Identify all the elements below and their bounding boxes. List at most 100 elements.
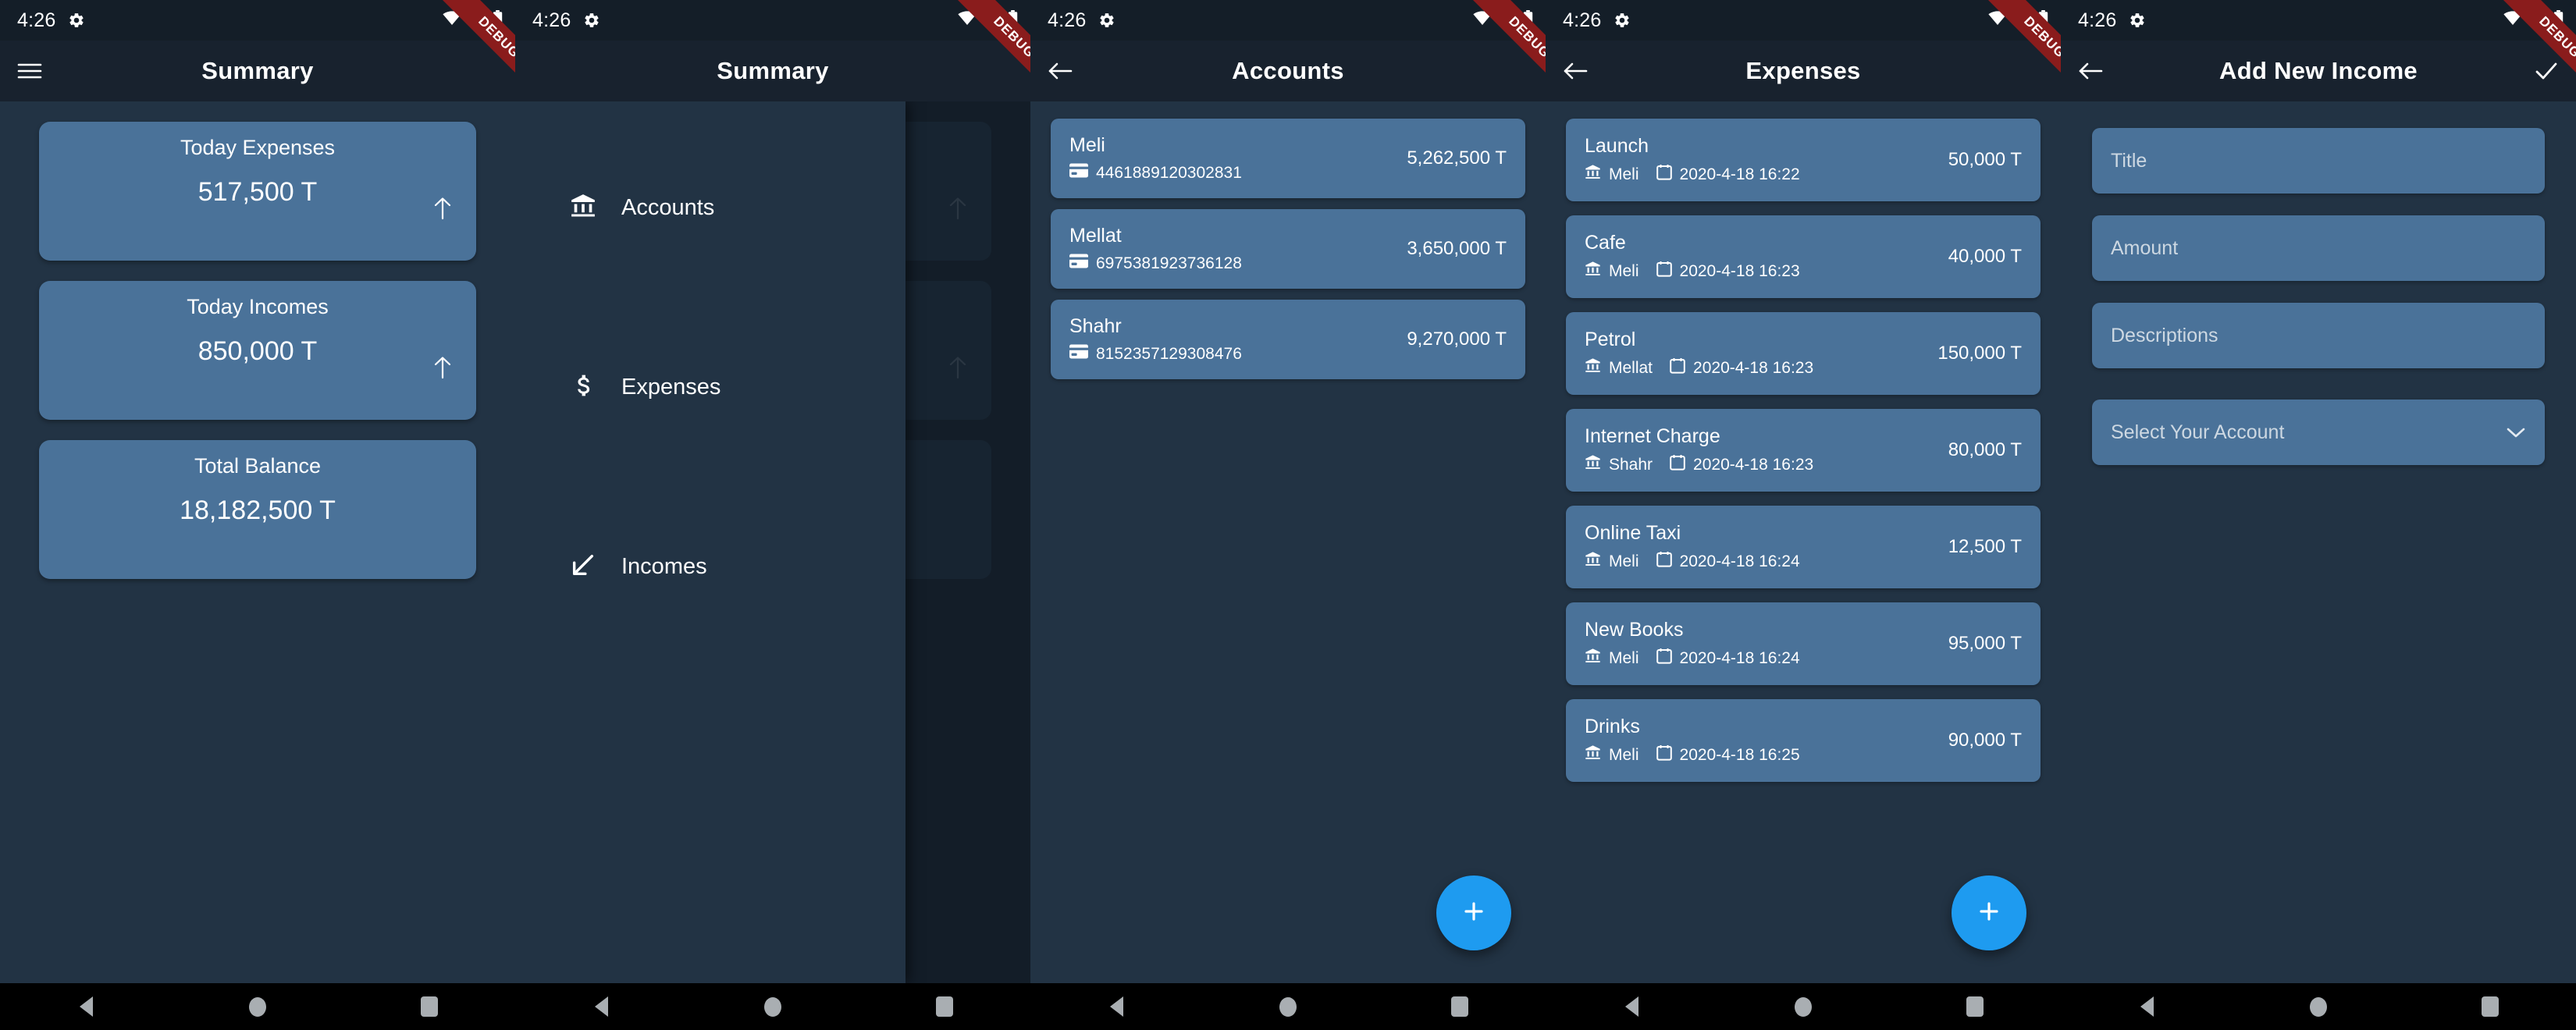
nav-recents-button[interactable]: [913, 996, 976, 1017]
drawer-item-expenses[interactable]: Expenses: [515, 356, 906, 418]
nav-back-button[interactable]: [2115, 996, 2178, 1017]
expense-amount: 40,000 T: [1948, 246, 2022, 267]
account-row[interactable]: Meli 4461889120302831 5,262,500 T: [1051, 119, 1525, 198]
nav-recents-button[interactable]: [398, 996, 461, 1017]
title-field[interactable]: Title: [2092, 128, 2545, 194]
expense-account: Meli: [1609, 261, 1639, 280]
signal-icon: [2529, 11, 2546, 30]
expense-date: 2020-4-18 16:23: [1693, 455, 1814, 474]
expense-row[interactable]: Launch Meli 2020-4-18 16:22 50,000 T: [1566, 119, 2041, 201]
calendar-icon: [1656, 744, 1672, 765]
arrow-down-left-icon: [570, 552, 596, 582]
card-title: Total Balance: [194, 454, 322, 478]
signal-icon: [468, 11, 486, 30]
add-income-body: Title Amount Descriptions Select Your Ac…: [2061, 101, 2576, 983]
circle-home-icon: [1795, 996, 1812, 1017]
wifi-icon: [443, 10, 461, 30]
expense-amount: 90,000 T: [1948, 730, 2022, 751]
check-icon[interactable]: [2534, 60, 2559, 82]
account-card-number: 8152357129308476: [1096, 344, 1242, 363]
expense-row[interactable]: Petrol Mellat 2020-4-18 16:23 150,000 T: [1566, 312, 2041, 395]
select-account-dropdown[interactable]: Select Your Account: [2092, 400, 2545, 465]
bank-icon: [1585, 551, 1601, 572]
bank-icon: [1585, 454, 1601, 475]
bank-icon: [1585, 164, 1601, 185]
battery-icon: [1008, 9, 1018, 31]
expense-row[interactable]: Cafe Meli 2020-4-18 16:23 40,000 T: [1566, 215, 2041, 298]
title-field-placeholder: Title: [2111, 149, 2147, 172]
nav-home-button[interactable]: [1257, 996, 1319, 1017]
triangle-back-icon: [594, 996, 608, 1017]
drawer-item-incomes[interactable]: Incomes: [515, 535, 906, 598]
nav-recents-button[interactable]: [1944, 996, 2006, 1017]
screen-expenses: 4:26 Expenses Launch Meli 2020-4-18 16:2…: [1546, 0, 2061, 1030]
android-nav-bar: [0, 983, 515, 1030]
nav-home-button[interactable]: [1772, 996, 1834, 1017]
status-bar: 4:26: [1030, 0, 1546, 41]
bank-icon: [570, 193, 596, 223]
drawer-item-label: Expenses: [621, 374, 721, 400]
nav-back-button[interactable]: [1085, 996, 1147, 1017]
battery-icon: [493, 9, 503, 31]
nav-back-button[interactable]: [570, 996, 632, 1017]
triangle-back-icon: [79, 996, 93, 1017]
app-bar-summary-dimmed: Summary: [515, 41, 1030, 101]
nav-recents-button[interactable]: [1429, 996, 1491, 1017]
gear-icon: [68, 12, 85, 29]
account-row[interactable]: Mellat 6975381923736128 3,650,000 T: [1051, 209, 1525, 289]
status-bar-icons: [443, 9, 503, 31]
wifi-icon: [1473, 10, 1492, 30]
expense-amount: 12,500 T: [1948, 536, 2022, 557]
arrow-back-icon[interactable]: [2078, 61, 2103, 81]
income-form: Title Amount Descriptions Select Your Ac…: [2061, 101, 2576, 465]
screen-drawer: 4:26 Summary Accounts Expenses Incomes D…: [515, 0, 1030, 1030]
calendar-icon: [1670, 357, 1685, 378]
summary-card-today-incomes[interactable]: Today Incomes 850,000 T: [39, 281, 476, 420]
square-recents-icon: [936, 996, 953, 1017]
signal-icon: [984, 11, 1001, 30]
amount-field[interactable]: Amount: [2092, 215, 2545, 281]
credit-card-icon: [1069, 254, 1088, 273]
nav-back-button[interactable]: [55, 996, 117, 1017]
nav-recents-button[interactable]: [2459, 996, 2521, 1017]
battery-icon: [1523, 9, 1533, 31]
expenses-list: Launch Meli 2020-4-18 16:22 50,000 T Caf…: [1546, 101, 2061, 796]
expense-account: Meli: [1609, 648, 1639, 667]
add-expense-fab[interactable]: [1952, 876, 2026, 950]
calendar-icon: [1656, 648, 1672, 669]
status-bar-time: 4:26: [2078, 9, 2117, 31]
wifi-icon: [958, 10, 977, 30]
drawer-body: Accounts Expenses Incomes: [515, 101, 1030, 983]
dollar-icon: [570, 372, 596, 403]
nav-back-button[interactable]: [1600, 996, 1663, 1017]
add-account-fab[interactable]: [1436, 876, 1511, 950]
page-title: Expenses: [1745, 57, 1861, 84]
descriptions-field[interactable]: Descriptions: [2092, 303, 2545, 368]
expense-title: Cafe: [1585, 232, 1626, 254]
expense-title: New Books: [1585, 619, 1684, 641]
circle-home-icon: [249, 996, 266, 1017]
menu-icon[interactable]: [17, 62, 42, 80]
expense-row[interactable]: New Books Meli 2020-4-18 16:24 95,000 T: [1566, 602, 2041, 685]
wifi-icon: [1988, 10, 2007, 30]
expense-date: 2020-4-18 16:24: [1679, 552, 1800, 570]
square-recents-icon: [1451, 996, 1468, 1017]
account-balance: 5,262,500 T: [1407, 147, 1507, 169]
nav-home-button[interactable]: [742, 996, 804, 1017]
arrow-back-icon[interactable]: [1048, 61, 1073, 81]
card-title: Today Expenses: [180, 136, 336, 159]
arrow-back-icon[interactable]: [1563, 61, 1588, 81]
summary-card-total-balance[interactable]: Total Balance 18,182,500 T: [39, 440, 476, 579]
expense-row[interactable]: Online Taxi Meli 2020-4-18 16:24 12,500 …: [1566, 506, 2041, 588]
app-bar-expenses: Expenses: [1546, 41, 2061, 101]
nav-home-button[interactable]: [226, 996, 289, 1017]
nav-home-button[interactable]: [2287, 996, 2350, 1017]
summary-card-today-expenses[interactable]: Today Expenses 517,500 T: [39, 122, 476, 261]
account-row[interactable]: Shahr 8152357129308476 9,270,000 T: [1051, 300, 1525, 379]
drawer-item-accounts[interactable]: Accounts: [515, 176, 906, 239]
expense-row[interactable]: Drinks Meli 2020-4-18 16:25 90,000 T: [1566, 699, 2041, 782]
expense-title: Petrol: [1585, 329, 1636, 350]
card-value: 517,500 T: [197, 177, 318, 207]
expense-row[interactable]: Internet Charge Shahr 2020-4-18 16:23 80…: [1566, 409, 2041, 492]
drawer-item-label: Incomes: [621, 553, 707, 579]
